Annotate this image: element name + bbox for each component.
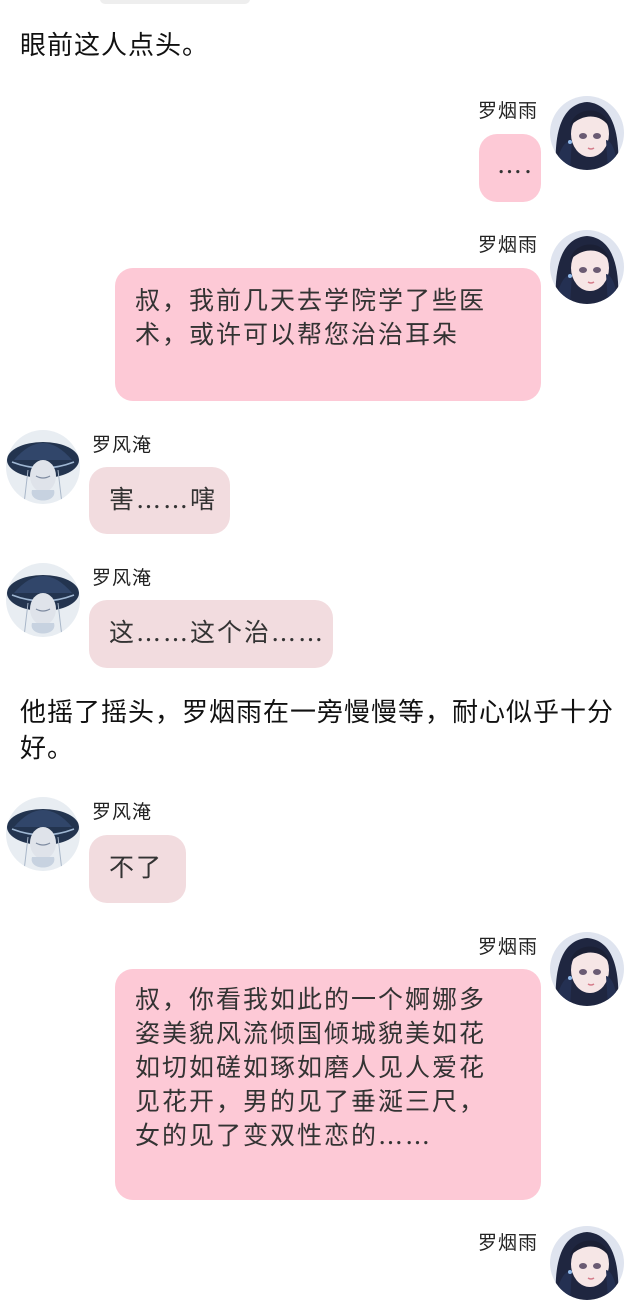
avatar-hat-icon[interactable] (6, 797, 80, 871)
sender-name: 罗烟雨 (477, 234, 538, 256)
message-bubble[interactable]: 害……嗐 (89, 467, 230, 534)
message-bubble[interactable]: 叔，我前几天去学院学了些医术，或许可以帮您治治耳朵 (115, 268, 541, 401)
sender-name: 罗烟雨 (477, 936, 538, 958)
sender-name: 罗风淹 (92, 801, 153, 823)
narration-text: 他摇了摇头，罗烟雨在一旁慢慢等，耐心似乎十分好。 (20, 698, 615, 764)
avatar-girl-icon[interactable] (550, 96, 624, 170)
narration-text: 眼前这人点头。 (20, 31, 210, 61)
scroll-edge-fragment (100, 0, 250, 4)
sender-name: 罗烟雨 (477, 1232, 538, 1254)
sender-name: 罗风淹 (92, 567, 153, 589)
avatar-hat-icon[interactable] (6, 563, 80, 637)
sender-name: 罗风淹 (92, 434, 153, 456)
message-bubble[interactable]: …. (479, 134, 541, 202)
message-bubble[interactable]: 叔，你看我如此的一个婀娜多姿美貌风流倾国倾城貌美如花如切如磋如琢如磨人见人爱花见… (115, 969, 541, 1200)
avatar-girl-icon[interactable] (550, 230, 624, 304)
avatar-hat-icon[interactable] (6, 430, 80, 504)
sender-name: 罗烟雨 (477, 100, 538, 122)
avatar-girl-icon[interactable] (550, 932, 624, 1006)
message-bubble[interactable]: 这……这个治…… (89, 600, 333, 668)
message-bubble[interactable]: 不了 (89, 835, 186, 903)
avatar-girl-icon[interactable] (550, 1226, 624, 1300)
